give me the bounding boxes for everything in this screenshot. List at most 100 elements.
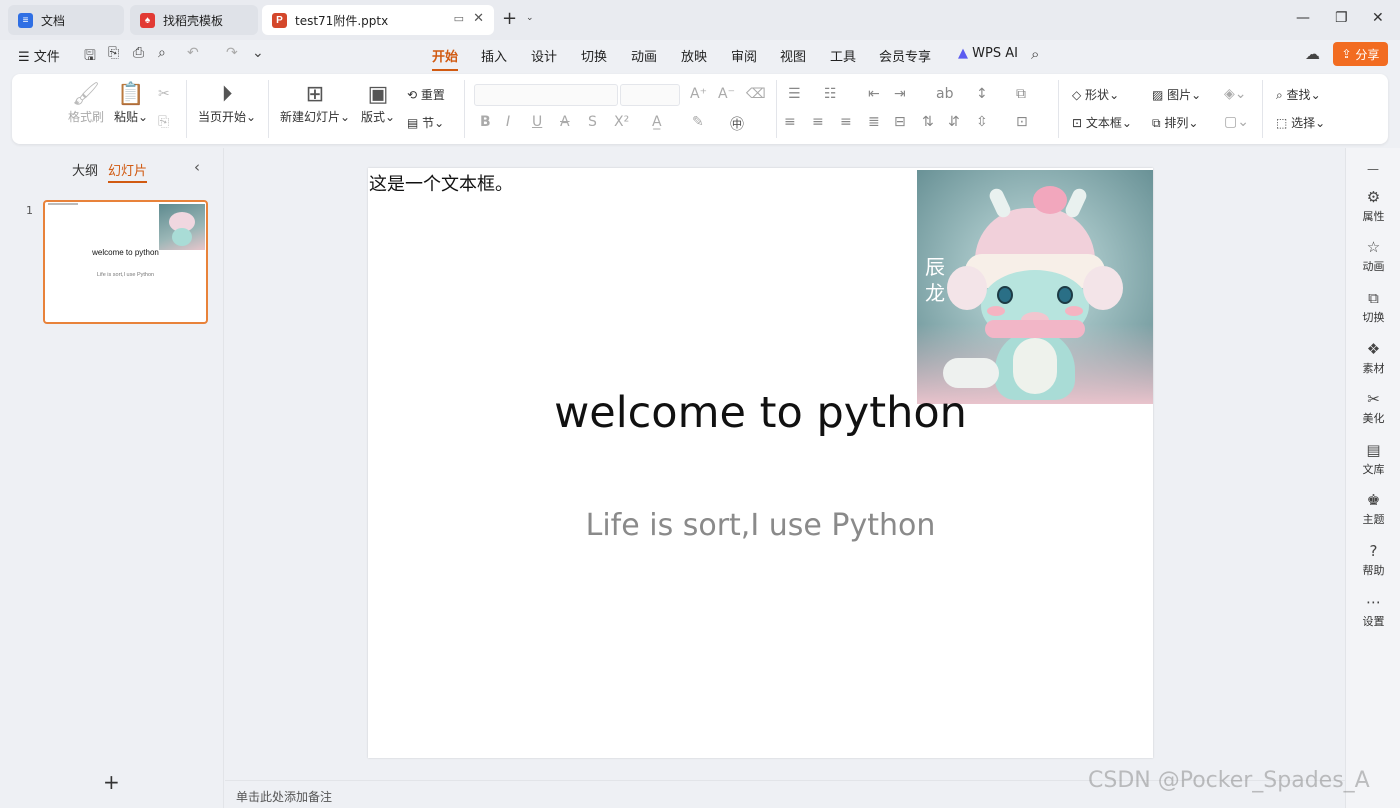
tab-tools[interactable]: 工具: [830, 46, 856, 65]
tab-docs[interactable]: ≡ 文档: [8, 5, 124, 35]
dragon-image[interactable]: 辰龙: [917, 170, 1153, 404]
font-color-icon[interactable]: A̲: [652, 114, 662, 130]
notes-placeholder[interactable]: 单击此处添加备注: [236, 788, 332, 805]
numbering-icon[interactable]: ☷: [824, 86, 837, 102]
save-icon[interactable]: 🖫: [84, 45, 96, 69]
sidebar-item-beautify[interactable]: ✂ 美化: [1346, 390, 1400, 426]
slide-thumbnail[interactable]: welcome to python Life is sort,I use Pyt…: [43, 200, 208, 324]
bold-icon[interactable]: B: [480, 114, 491, 130]
cut-icon[interactable]: ✂: [158, 86, 170, 102]
collapse-panel-icon[interactable]: ‹: [194, 158, 200, 176]
underline-icon[interactable]: U: [532, 114, 542, 130]
copy-icon[interactable]: ⎘: [158, 114, 169, 130]
play-from-current-button[interactable]: ⏵ 当页开始⌄: [196, 82, 258, 125]
strikethrough-icon[interactable]: A: [560, 114, 570, 130]
tab-review[interactable]: 审阅: [731, 46, 757, 65]
sidebar-item-animation[interactable]: ☆ 动画: [1346, 238, 1400, 274]
restore-icon[interactable]: ❐: [1335, 10, 1348, 26]
tab-design[interactable]: 设计: [531, 46, 557, 65]
minimize-icon[interactable]: —: [1296, 10, 1310, 26]
sidebar-item-transition[interactable]: ⧉ 切换: [1346, 289, 1400, 325]
text-direction-icon[interactable]: ab: [936, 86, 953, 102]
layout-button[interactable]: ▣ 版式⌄: [358, 82, 398, 125]
superscript-icon[interactable]: X²: [614, 114, 629, 130]
align-center-icon[interactable]: ≡: [812, 114, 824, 130]
textbox-button[interactable]: ⊡ 文本框⌄: [1072, 114, 1132, 131]
tab-pptx[interactable]: P test71附件.pptx ▭ ✕: [262, 5, 494, 35]
bullets-icon[interactable]: ☰: [788, 86, 801, 102]
tab-member[interactable]: 会员专享: [879, 46, 931, 65]
justify-icon[interactable]: ≣: [868, 114, 880, 130]
increase-font-icon[interactable]: A⁺: [690, 86, 707, 102]
tab-insert[interactable]: 插入: [481, 46, 507, 65]
sidebar-item-settings[interactable]: ⋯ 设置: [1346, 593, 1400, 629]
slide-subtitle[interactable]: Life is sort,I use Python: [368, 508, 1153, 543]
vertical-align-icon[interactable]: ⇳: [976, 114, 988, 130]
paste-button[interactable]: 📋 粘贴⌄: [112, 82, 150, 125]
align-left-icon[interactable]: ≡: [784, 114, 796, 130]
convert-smartart-icon[interactable]: ⧉: [1016, 86, 1026, 102]
tab-slideshow[interactable]: 放映: [681, 46, 707, 65]
increase-indent-icon[interactable]: ⇥: [894, 86, 906, 102]
font-family-select[interactable]: [474, 84, 618, 106]
fill-icon[interactable]: ◈⌄: [1224, 86, 1247, 102]
slide-title[interactable]: welcome to python: [368, 388, 1153, 438]
redo-icon[interactable]: ↷: [226, 45, 238, 61]
wps-ai-button[interactable]: ▲ WPS AI: [958, 46, 1018, 61]
picture-button[interactable]: ▨ 图片⌄: [1152, 86, 1201, 103]
section-button[interactable]: ▤ 节⌄: [407, 114, 444, 131]
close-tab-icon[interactable]: ✕: [473, 11, 484, 26]
decrease-indent-icon[interactable]: ⇤: [868, 86, 880, 102]
chevron-down-icon[interactable]: ⌄: [252, 45, 264, 61]
tab-slides[interactable]: 幻灯片: [108, 160, 148, 183]
tab-transitions[interactable]: 切换: [581, 46, 607, 65]
tab-view[interactable]: 视图: [780, 46, 806, 65]
tab-outline[interactable]: 大纲: [72, 160, 98, 179]
print-preview-icon[interactable]: ⌕: [158, 45, 166, 61]
phonetic-icon[interactable]: ㊥: [730, 114, 744, 134]
window-close-icon[interactable]: ✕: [1372, 10, 1384, 26]
outline-icon[interactable]: ▢⌄: [1224, 114, 1249, 130]
align-right-icon[interactable]: ≡: [840, 114, 852, 130]
reset-button[interactable]: ⟲ 重置: [407, 86, 445, 103]
sidebar-item-theme[interactable]: ♚ 主题: [1346, 491, 1400, 527]
undo-icon[interactable]: ↶: [187, 45, 199, 61]
print-icon[interactable]: ⎙: [133, 45, 144, 61]
select-button[interactable]: ⬚ 选择⌄: [1276, 114, 1325, 131]
arrange-button[interactable]: ⧉ 排列⌄: [1152, 114, 1198, 131]
search-icon[interactable]: ⌕: [1031, 45, 1039, 63]
italic-icon[interactable]: I: [506, 114, 510, 130]
text-box-format-icon[interactable]: ⊡: [1016, 114, 1028, 130]
clear-format-icon[interactable]: ⌫: [746, 86, 766, 102]
cloud-upload-icon[interactable]: ☁: [1305, 45, 1320, 63]
font-size-select[interactable]: [620, 84, 680, 106]
monitor-icon[interactable]: ▭: [454, 12, 464, 25]
sidebar-item-help[interactable]: ? 帮助: [1346, 542, 1400, 578]
line-spacing-icon[interactable]: ↕: [976, 86, 988, 102]
chevron-down-icon[interactable]: ⌄: [526, 13, 534, 23]
shape-button[interactable]: ◇ 形状⌄: [1072, 86, 1119, 103]
file-menu[interactable]: ☰ 文件: [18, 46, 60, 65]
new-tab-icon[interactable]: +: [502, 8, 517, 29]
sidebar-item-material[interactable]: ❖ 素材: [1346, 340, 1400, 376]
shadow-icon[interactable]: S: [588, 114, 597, 130]
export-pdf-icon[interactable]: ⎘: [108, 45, 119, 61]
tab-animations[interactable]: 动画: [631, 46, 657, 65]
distribute-icon[interactable]: ⊟: [894, 114, 906, 130]
collapse-icon[interactable]: —: [1367, 162, 1379, 176]
decrease-font-icon[interactable]: A⁻: [718, 86, 735, 102]
column-spacing-icon[interactable]: ⇵: [948, 114, 960, 130]
tab-home[interactable]: 开始: [432, 46, 459, 71]
sidebar-item-properties[interactable]: ⚙ 属性: [1346, 188, 1400, 224]
highlight-icon[interactable]: ✎: [692, 114, 704, 130]
new-slide-button[interactable]: ⊞ 新建幻灯片⌄: [278, 82, 352, 125]
find-button[interactable]: ⌕ 查找⌄: [1276, 86, 1321, 103]
slide-textbox[interactable]: 这是一个文本框。: [369, 170, 513, 196]
slide[interactable]: 这是一个文本框。 辰龙 welcome to python Life is so…: [368, 168, 1153, 758]
share-button[interactable]: ⇪ 分享: [1333, 42, 1388, 66]
paragraph-spacing-icon[interactable]: ⇅: [922, 114, 934, 130]
format-painter-button[interactable]: 🖌 格式刷: [66, 82, 106, 125]
sidebar-item-library[interactable]: ▤ 文库: [1346, 441, 1400, 477]
tab-docer[interactable]: ♠ 找稻壳模板: [130, 5, 258, 35]
add-slide-button[interactable]: +: [103, 770, 120, 794]
